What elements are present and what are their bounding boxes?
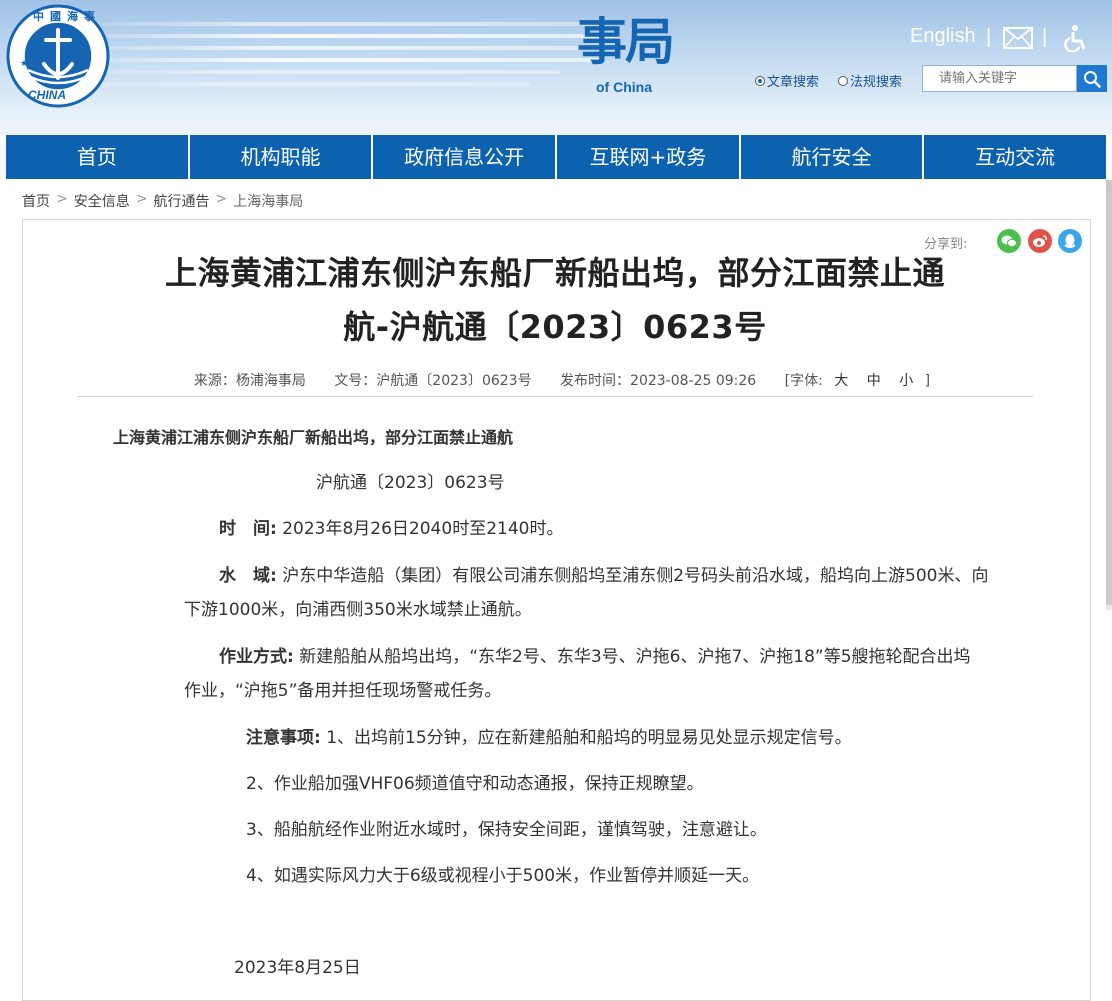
article-publish-time: 发布时间：2023-08-25 09:26 [560,373,757,389]
nav-item-functions[interactable]: 机构职能 [187,135,372,179]
time-label: 时 间: [219,519,277,539]
font-size-large[interactable]: 大 [834,373,848,389]
banner-streak [60,58,600,62]
note-item: 2、作业船加强VHF06频道值守和动态通报，保持正规瞭望。 [246,774,704,794]
water-label: 水 域: [219,566,277,586]
svg-text:★: ★ [20,59,28,69]
article-search-label: 文章搜索 [767,75,820,90]
note-item: 3、船舶航经作业附近水域时，保持安全间距，谨慎驾驶，注意避让。 [246,820,767,840]
breadcrumb-separator: > [135,191,148,207]
breadcrumb: 首页 > 安全信息 > 航行通告 > 上海海事局 [22,191,303,211]
search-input[interactable] [922,65,1077,92]
accessibility-icon[interactable] [1062,24,1088,52]
breadcrumb-shanghai-msa[interactable]: 上海海事局 [233,191,303,211]
article-date: 2023年8月25日 [234,958,361,978]
header-separator: | [1042,26,1048,48]
article-title: 上海黄浦江浦东侧沪东船厂新船出坞，部分江面禁止通 航-沪航通〔2023〕0623… [60,246,1050,354]
breadcrumb-separator: > [56,191,68,207]
article-title-line: 上海黄浦江浦东侧沪东船厂新船出坞，部分江面禁止通 [164,254,945,292]
radio-selected-icon[interactable] [755,75,765,86]
work-value: 新建船舶从船坞出坞，“东华2号、东华3号、沪拖6、沪拖7、沪拖18”等5艘拖轮配… [299,647,971,667]
header-separator: | [986,26,992,48]
time-value: 2023年8月26日2040时至2140时。 [282,519,564,539]
article-doc-number: 文号：沪航通〔2023〕0623号 [334,373,532,389]
site-header: ★ 中國海事 CHINA 事局 of China English | | 文章搜… [0,0,1112,135]
radio-unselected-icon[interactable] [838,75,848,86]
font-size-close: ] [924,373,931,389]
regulation-search-label: 法规搜索 [850,75,903,90]
search-button[interactable] [1077,65,1107,92]
font-size-label: [字体: [784,373,823,389]
english-link[interactable]: English [910,25,976,48]
main-nav: 首页 机构职能 政府信息公开 互联网+政务 航行安全 互动交流 [6,135,1106,179]
mail-icon[interactable] [1003,27,1033,49]
water-value: 沪东中华造船（集团）有限公司浦东侧船坞至浦东侧2号码头前沿水域，船坞向上游500… [282,566,989,586]
nav-item-nav-safety[interactable]: 航行安全 [738,135,923,179]
breadcrumb-home[interactable]: 首页 [22,191,50,211]
nav-item-interaction[interactable]: 互动交流 [922,135,1106,179]
logo-sub-text: CHINA [28,88,66,102]
banner-streak [60,46,580,50]
note-item: 4、如遇实际风力大于6级或视程小于500米，作业暂停并顺延一天。 [246,866,760,886]
breadcrumb-separator: > [215,191,228,207]
search-icon [1084,70,1101,88]
notes-label: 注意事项: [246,728,321,748]
font-size-medium[interactable]: 中 [867,373,881,389]
logo-text: 中國海事 [33,10,101,23]
time-row: 时 间: 2023年8月26日2040时至2140时。 [219,512,563,546]
nav-item-home[interactable]: 首页 [6,135,188,179]
note-item: 1、出坞前15分钟，应在新建船舶和船坞的明显易见处显示规定信号。 [326,728,852,748]
article-title-line: 航-沪航通〔2023〕0623号 [343,308,767,346]
banner-streak [60,22,600,26]
work-value-cont: 作业，“沪拖5”备用并担任现场警戒任务。 [184,681,502,701]
site-brand-subtitle: of China [596,79,652,95]
article-search-option[interactable]: 文章搜索 [755,71,819,90]
banner-streak [60,34,620,38]
site-brand-title: 事局 [577,12,675,71]
qq-share-icon[interactable] [1058,229,1082,253]
article-source: 来源：杨浦海事局 [193,373,306,389]
regulation-search-option[interactable]: 法规搜索 [838,71,902,90]
water-value-cont: 下游1000米，向浦西侧350米水域禁止通航。 [184,600,532,620]
nav-item-internet-gov[interactable]: 互联网+政务 [555,135,739,179]
article-meta: 来源：杨浦海事局 文号：沪航通〔2023〕0623号 发布时间：2023-08-… [0,370,1112,390]
divider [78,396,1033,397]
article-doc-number-line: 沪航通〔2023〕0623号 [316,473,505,493]
breadcrumb-safety-info[interactable]: 安全信息 [74,191,130,211]
work-row: 作业方式: 新建船舶从船坞出坞，“东华2号、东华3号、沪拖6、沪拖7、沪拖18”… [219,640,971,674]
work-label: 作业方式: [219,647,294,667]
nav-item-gov-info[interactable]: 政府信息公开 [371,135,555,179]
notes-row: 注意事项: 1、出坞前15分钟，应在新建船舶和船坞的明显易见处显示规定信号。 [246,721,852,755]
font-size-small[interactable]: 小 [899,373,913,389]
water-row: 水 域: 沪东中华造船（集团）有限公司浦东侧船坞至浦东侧2号码头前沿水域，船坞向… [219,559,988,593]
breadcrumb-nav-notices[interactable]: 航行通告 [153,191,209,211]
banner-streak [60,70,560,74]
article-heading: 上海黄浦江浦东侧沪东船厂新船出坞，部分江面禁止通航 [113,428,514,447]
scrollbar-thumb[interactable] [1106,180,1112,605]
banner-streak [60,82,530,86]
